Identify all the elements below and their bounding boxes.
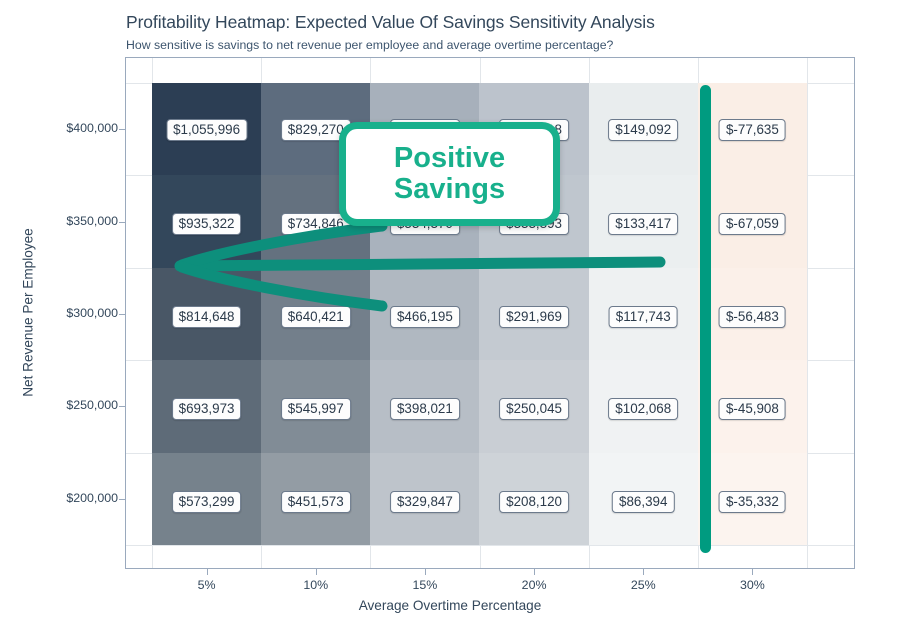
x-axis-tick-label: 30% xyxy=(740,578,765,592)
heatmap-cell-value: $-56,483 xyxy=(718,305,786,328)
heatmap-cell-value: $250,045 xyxy=(499,398,569,421)
heatmap-cell: $329,847 xyxy=(370,452,480,545)
y-axis-tick-mark xyxy=(119,498,125,500)
heatmap-cell-value: $1,055,996 xyxy=(166,119,248,141)
heatmap-cell-value: $451,573 xyxy=(280,490,351,513)
x-axis-tick-mark xyxy=(752,569,754,575)
y-axis-tick-label: $400,000 xyxy=(66,121,118,136)
callout-line-1: Positive xyxy=(393,141,506,174)
heatmap-cell-value: $545,997 xyxy=(280,398,351,421)
heatmap-cell-value: $-35,332 xyxy=(718,490,786,513)
y-tick-container: $400,000 $350,000 $300,000 $250,000 $200,000 xyxy=(0,0,118,626)
y-axis-tick-mark xyxy=(119,314,125,315)
heatmap-cell-value: $-45,908 xyxy=(718,398,786,421)
heatmap-cell: $-56,483 xyxy=(697,267,807,361)
chart-subtitle: How sensitive is savings to net revenue … xyxy=(126,38,614,52)
heatmap-cell: $-67,059 xyxy=(697,175,807,268)
heatmap-cell: $545,997 xyxy=(261,360,371,453)
positive-negative-divider-line xyxy=(700,85,711,553)
heatmap-cell-value: $693,973 xyxy=(171,398,242,421)
heatmap-cell: $102,068 xyxy=(588,360,698,453)
x-axis-tick-label: 25% xyxy=(630,578,656,592)
x-axis-tick-label: 10% xyxy=(303,578,329,592)
gridline-horizontal xyxy=(126,545,854,546)
callout-line-2: Savings xyxy=(393,173,506,205)
x-axis-tick-label: 5% xyxy=(197,578,216,592)
y-axis-tick-label: $200,000 xyxy=(66,490,118,505)
x-axis-title: Average Overtime Percentage xyxy=(358,598,542,613)
x-axis-tick-mark xyxy=(424,569,426,575)
heatmap-cell: $250,045 xyxy=(479,360,589,453)
positive-savings-callout: Positive Savings xyxy=(339,122,560,226)
heatmap-cell: $573,299 xyxy=(152,452,262,545)
x-axis-tick-label: 20% xyxy=(521,578,547,592)
y-axis-tick-label: $250,000 xyxy=(66,398,118,413)
x-axis-tick-label: 15% xyxy=(412,578,438,592)
left-pointing-arrow-icon xyxy=(174,220,666,312)
heatmap-cell-value: $102,068 xyxy=(608,398,679,421)
heatmap-cell: $-35,332 xyxy=(697,452,807,545)
heatmap-cell-value: $398,021 xyxy=(389,398,460,421)
heatmap-cell: $-45,908 xyxy=(697,360,807,453)
chart-title: Profitability Heatmap: Expected Value Of… xyxy=(126,12,655,32)
heatmap-cell: $86,394 xyxy=(588,452,698,545)
y-axis-tick-label: $300,000 xyxy=(66,306,118,320)
x-axis-tick-mark xyxy=(315,569,317,575)
heatmap-cell-value: $-67,059 xyxy=(718,213,786,236)
x-axis-tick-mark xyxy=(206,569,208,575)
heatmap-cell: $149,092 xyxy=(588,83,698,176)
y-axis-tick-label: $350,000 xyxy=(66,213,118,228)
heatmap-cell-value: $-77,635 xyxy=(718,119,786,141)
heatmap-cell: $208,120 xyxy=(479,452,589,545)
y-axis-tick-mark xyxy=(119,129,125,131)
heatmap-cell-value: $86,394 xyxy=(612,490,675,513)
x-axis-tick-mark xyxy=(643,569,645,575)
heatmap-cell: $-77,635 xyxy=(697,83,807,176)
x-axis-tick-mark xyxy=(534,569,536,575)
heatmap-cell-value: $149,092 xyxy=(608,119,679,141)
y-axis-tick-mark xyxy=(119,406,125,408)
heatmap-cell: $451,573 xyxy=(261,452,371,545)
heatmap-cell-value: $573,299 xyxy=(171,490,242,513)
heatmap-cell: $1,055,996 xyxy=(152,83,262,176)
heatmap-cell: $693,973 xyxy=(152,360,262,453)
heatmap-chart: Profitability Heatmap: Expected Value Of… xyxy=(0,0,900,626)
heatmap-cell-value: $329,847 xyxy=(389,490,460,513)
heatmap-cell: $398,021 xyxy=(370,360,480,453)
heatmap-cell-value: $208,120 xyxy=(499,490,569,513)
gridline-vertical xyxy=(807,58,808,568)
y-axis-title: Net Revenue Per Employee xyxy=(20,228,36,397)
y-axis-tick-mark xyxy=(119,221,125,223)
